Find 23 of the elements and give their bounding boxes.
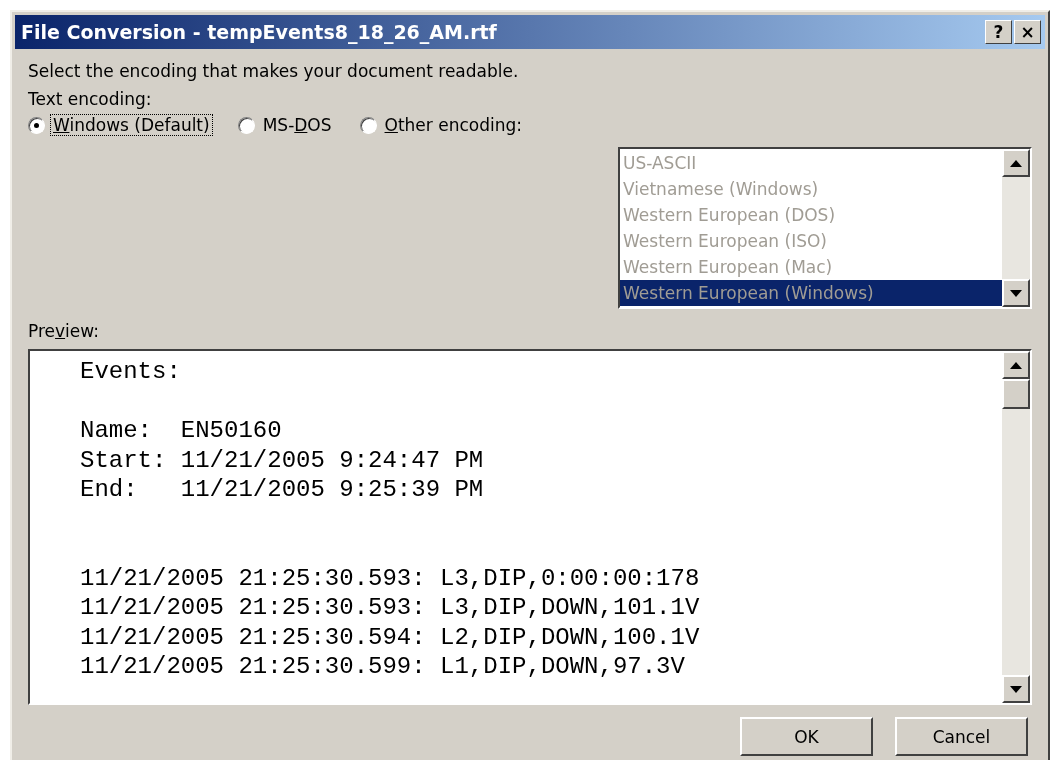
instruction-text: Select the encoding that makes your document readable. <box>28 60 520 83</box>
ok-button[interactable]: OK <box>740 717 873 756</box>
radio-label[interactable]: Other encoding: <box>382 115 524 135</box>
window-title: File Conversion - tempEvents8_18_26_AM.rtf <box>21 21 497 43</box>
up-arrow-icon <box>1010 159 1022 167</box>
help-button[interactable]: ? <box>985 20 1012 44</box>
radio-label[interactable]: MS-DOS <box>260 115 334 135</box>
radio-label[interactable]: Windows (Default) <box>51 115 212 135</box>
scrollbar[interactable] <box>1002 351 1030 703</box>
scroll-down-button[interactable] <box>1002 675 1030 703</box>
up-arrow-icon <box>1010 361 1022 369</box>
down-arrow-icon <box>1010 685 1022 693</box>
encoding-label: Text encoding: <box>28 88 153 111</box>
cancel-button[interactable]: Cancel <box>895 717 1028 756</box>
down-arrow-icon <box>1010 289 1022 297</box>
radio-button[interactable] <box>28 116 45 134</box>
scroll-up-button[interactable] <box>1002 351 1030 379</box>
preview-text: Events: Name: EN50160 Start: 11/21/2005 9:24:47 PM End: 11/21/2005 9:25:39 PM 11/21/2005 21:25:30.593: L3,DIP,0:00:00:178 11/21/2005 21:25:30.593: L3,DIP,DOWN,101.1V 11/21/2005 21:25:30.594: L2,DIP,DOWN,100.1V 11/21/2005 21:25:30.599: L1,DIP,DOWN,97.3V <box>79 357 701 682</box>
preview-label: Preview: <box>28 320 100 343</box>
scroll-thumb[interactable] <box>1002 379 1030 409</box>
radio-button[interactable] <box>359 116 377 134</box>
radio-button[interactable] <box>237 116 255 134</box>
close-button[interactable]: × <box>1014 20 1041 44</box>
